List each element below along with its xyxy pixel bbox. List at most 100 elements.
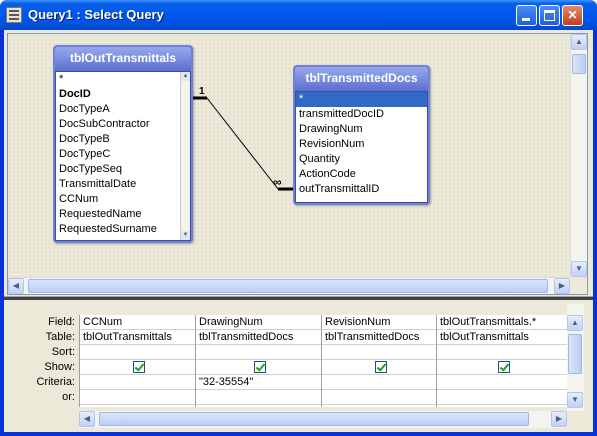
show-checkbox[interactable] — [133, 361, 145, 373]
field-item-primary-key[interactable]: DocID — [56, 87, 190, 102]
scroll-thumb[interactable] — [99, 412, 529, 426]
table-box-tblOutTransmittals[interactable]: tblOutTransmittals * DocID DocTypeA DocS… — [53, 45, 193, 243]
field-item-selected[interactable]: * — [296, 92, 427, 107]
close-icon: ✕ — [567, 8, 578, 22]
design-grid-pane: Field: Table: Sort: Show: Criteria: or: … — [7, 304, 588, 428]
field-item[interactable]: DocSubContractor — [56, 117, 190, 132]
scroll-left-icon[interactable]: ◀ — [79, 411, 95, 427]
field-item[interactable]: DrawingNum — [296, 122, 427, 137]
table-cell[interactable]: tblOutTransmittals — [80, 330, 195, 345]
show-checkbox[interactable] — [254, 361, 266, 373]
sort-cell[interactable] — [437, 345, 567, 360]
window-title: Query1 : Select Query — [28, 7, 164, 22]
field-item[interactable]: DocTypeA — [56, 102, 190, 117]
grid-column[interactable]: tblOutTransmittals.* tblOutTransmittals — [437, 315, 567, 407]
field-item[interactable]: RevisionNum — [296, 137, 427, 152]
scroll-up-icon[interactable]: ▲ — [567, 315, 583, 331]
maximize-icon — [544, 10, 555, 21]
scroll-down-icon[interactable]: ▼ — [571, 261, 587, 277]
row-label-or: or: — [62, 391, 75, 403]
field-item[interactable]: CCNum — [56, 192, 190, 207]
scroll-up-icon[interactable]: ▲ — [571, 34, 587, 50]
grid-column[interactable]: RevisionNum tblTransmittedDocs — [322, 315, 437, 407]
field-item[interactable]: Quantity — [296, 152, 427, 167]
grid-column[interactable]: CCNum tblOutTransmittals — [80, 315, 196, 407]
grid-column[interactable]: DrawingNum tblTransmittedDocs "32-35554" — [196, 315, 322, 407]
table-cell[interactable]: tblTransmittedDocs — [196, 330, 321, 345]
field-item[interactable]: DocTypeC — [56, 147, 190, 162]
row-label-criteria: Criteria: — [36, 376, 75, 388]
row-label-table: Table: — [45, 331, 75, 343]
criteria-cell[interactable] — [80, 375, 195, 390]
scroll-left-icon[interactable]: ◀ — [8, 278, 24, 294]
criteria-cell[interactable] — [322, 375, 436, 390]
row-label-show: Show: — [44, 361, 75, 373]
minimize-icon — [522, 18, 530, 21]
field-item[interactable]: DocTypeSeq — [56, 162, 190, 177]
scroll-down-arrow-icon[interactable]: ▼ — [181, 231, 190, 240]
relationship-many-label: ∞ — [273, 175, 282, 189]
design-grid[interactable]: CCNum tblOutTransmittals DrawingNum tblT… — [79, 315, 567, 407]
field-cell[interactable]: tblOutTransmittals.* — [437, 315, 567, 330]
maximize-button[interactable] — [539, 5, 560, 26]
table-pane-horizontal-scrollbar[interactable]: ◀ ▶ — [8, 277, 570, 294]
field-cell[interactable]: DrawingNum — [196, 315, 321, 330]
table-cell[interactable]: tblOutTransmittals — [437, 330, 567, 345]
field-item[interactable]: RequestedSurname — [56, 222, 190, 237]
field-item[interactable]: RequestedName — [56, 207, 190, 222]
row-label-sort: Sort: — [51, 346, 75, 358]
scroll-thumb[interactable] — [572, 54, 586, 74]
query-app-icon[interactable] — [6, 7, 22, 23]
show-cell[interactable] — [80, 360, 195, 375]
pane-splitter[interactable] — [4, 296, 593, 300]
grid-horizontal-scrollbar[interactable]: ◀ ▶ — [79, 411, 567, 428]
field-item[interactable]: * — [56, 72, 190, 87]
scrollbar-corner — [570, 277, 587, 294]
relationship-one-label: 1 — [199, 86, 205, 97]
query-window: Query1 : Select Query ✕ 1 ∞ tblOutTransm… — [0, 0, 597, 436]
show-cell[interactable] — [322, 360, 436, 375]
show-cell[interactable] — [437, 360, 567, 375]
field-item[interactable]: transmittedDocID — [296, 107, 427, 122]
field-list[interactable]: * transmittedDocID DrawingNum RevisionNu… — [295, 91, 428, 203]
sort-cell[interactable] — [322, 345, 436, 360]
show-checkbox[interactable] — [374, 361, 387, 373]
sort-cell[interactable] — [80, 345, 195, 360]
show-cell[interactable] — [196, 360, 321, 375]
table-pane-vertical-scrollbar[interactable]: ▲ ▼ — [570, 34, 587, 277]
field-item[interactable]: outTransmittalID — [296, 182, 427, 197]
criteria-cell[interactable]: "32-35554" — [196, 375, 321, 390]
field-item[interactable]: ActionCode — [296, 167, 427, 182]
close-button[interactable]: ✕ — [562, 5, 583, 26]
scroll-down-icon[interactable]: ▼ — [567, 392, 583, 408]
field-list-scrollbar[interactable]: ▲ ▼ — [180, 72, 190, 240]
table-title[interactable]: tblTransmittedDocs — [295, 67, 428, 91]
sort-cell[interactable] — [196, 345, 321, 360]
or-cell[interactable] — [80, 390, 195, 405]
field-cell[interactable]: CCNum — [80, 315, 195, 330]
scroll-thumb[interactable] — [568, 334, 582, 374]
field-item[interactable]: TransmittalDate — [56, 177, 190, 192]
client-area: 1 ∞ tblOutTransmittals * DocID DocTypeA … — [4, 30, 593, 432]
relationship-connector[interactable] — [206, 97, 279, 190]
scroll-thumb[interactable] — [28, 279, 548, 293]
table-box-tblTransmittedDocs[interactable]: tblTransmittedDocs * transmittedDocID Dr… — [293, 65, 430, 205]
or-cell[interactable] — [196, 390, 321, 405]
scroll-up-arrow-icon[interactable]: ▲ — [181, 72, 190, 81]
or-cell[interactable] — [437, 390, 567, 405]
grid-vertical-scrollbar[interactable]: ▲ ▼ — [567, 304, 584, 411]
table-pane[interactable]: 1 ∞ tblOutTransmittals * DocID DocTypeA … — [7, 33, 588, 295]
field-item[interactable]: DocTypeB — [56, 132, 190, 147]
scroll-right-icon[interactable]: ▶ — [554, 278, 570, 294]
field-cell[interactable]: RevisionNum — [322, 315, 436, 330]
show-checkbox[interactable] — [497, 361, 510, 373]
grid-row-labels: Field: Table: Sort: Show: Criteria: or: — [7, 315, 79, 405]
or-cell[interactable] — [322, 390, 436, 405]
minimize-button[interactable] — [516, 5, 537, 26]
field-list[interactable]: * DocID DocTypeA DocSubContractor DocTyp… — [55, 71, 191, 241]
table-title[interactable]: tblOutTransmittals — [55, 47, 191, 71]
scroll-right-icon[interactable]: ▶ — [551, 411, 567, 427]
title-bar[interactable]: Query1 : Select Query ✕ — [0, 0, 597, 30]
table-cell[interactable]: tblTransmittedDocs — [322, 330, 436, 345]
criteria-cell[interactable] — [437, 375, 567, 390]
